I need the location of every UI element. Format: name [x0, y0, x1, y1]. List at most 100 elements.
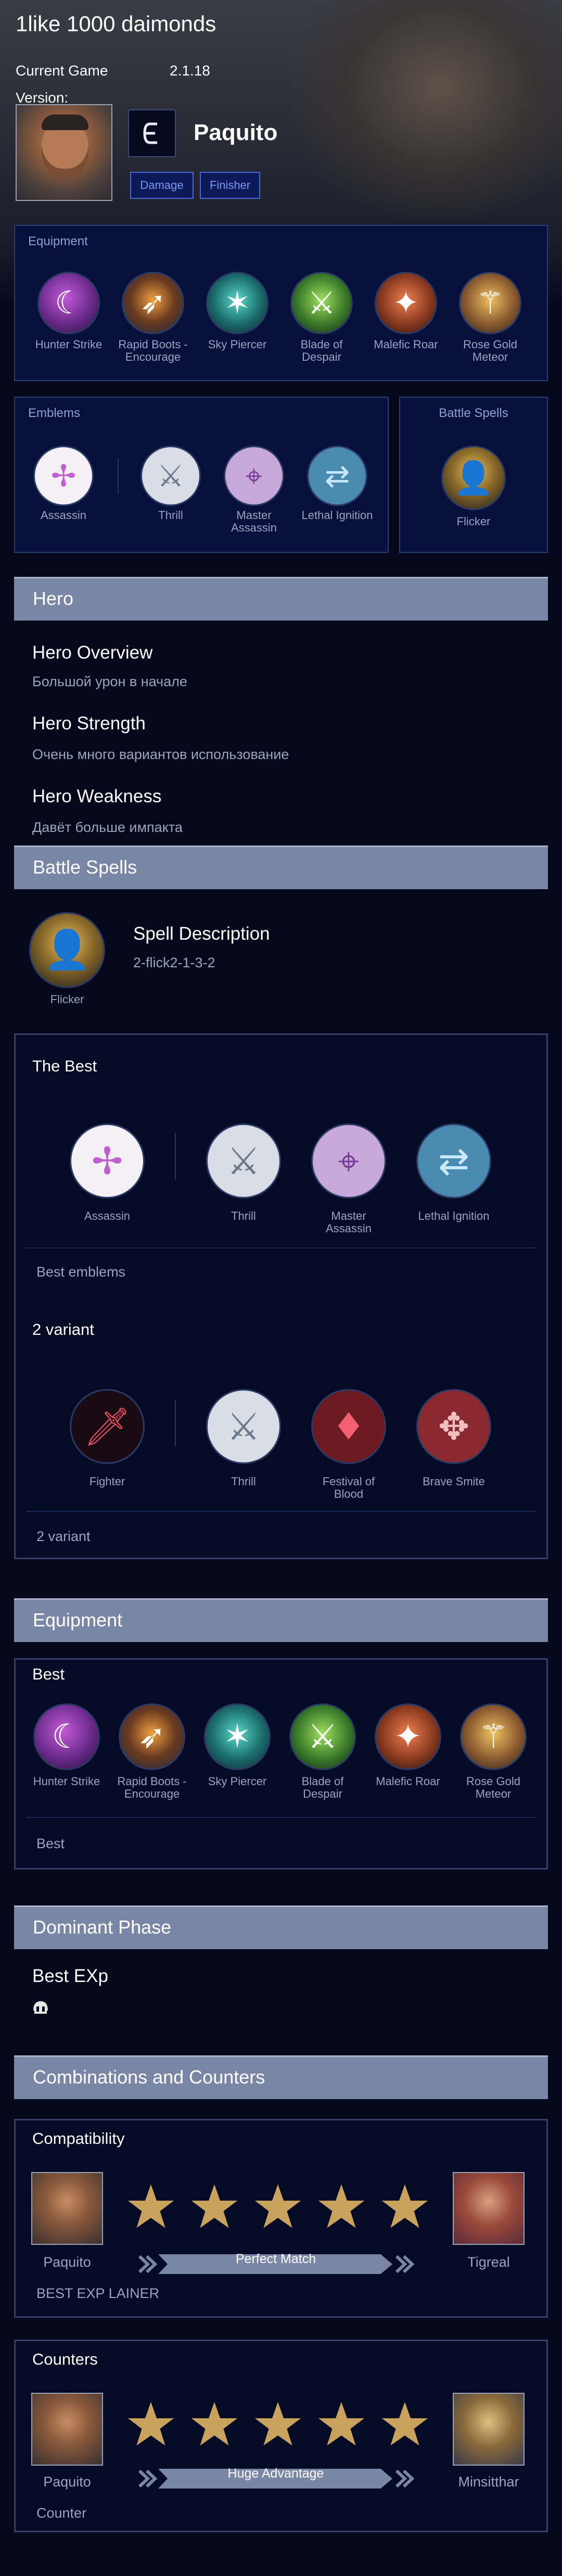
counter-star-icon-1	[127, 2402, 174, 2446]
emblem-set1-thrill-label: Thrill	[231, 1209, 256, 1222]
build-sky-piercer-icon-glyph: ✶	[223, 1718, 251, 1756]
equip-sky-piercer-icon[interactable]: ✶	[206, 272, 269, 334]
compat-star-icon-3	[254, 2184, 301, 2228]
build-rapid-boots-encourage-icon-glyph: ➶	[138, 1718, 166, 1756]
emblem-thrill-label: Thrill	[158, 509, 183, 522]
emblem-set2-thrill-icon-glyph: ⚔	[226, 1405, 261, 1448]
spell-flicker-icon-glyph: 👤	[453, 459, 494, 497]
hero-name: Paquito	[194, 120, 278, 145]
equip-hunter-strike-icon[interactable]: ☾	[37, 272, 100, 334]
build-rapid-boots-encourage-icon[interactable]: ➶	[119, 1703, 185, 1770]
version-value: 2.1.18	[170, 62, 210, 79]
battle-spell-flicker-label: Flicker	[50, 993, 84, 1006]
emblem-set2-thrill-label: Thrill	[231, 1475, 256, 1488]
emblem-lethal-ignition-icon[interactable]: ⇄	[307, 446, 367, 506]
emblem-set2-thrill-icon[interactable]: ⚔	[206, 1389, 281, 1464]
build-blade-of-despair-icon[interactable]: ⚔	[289, 1703, 356, 1770]
hero-portrait-hair	[42, 115, 88, 130]
helmet-icon	[31, 1998, 50, 2017]
dominant-phase-lane: Best EXp	[32, 1966, 108, 1986]
emblem-master-assassin-icon[interactable]: ⌖	[224, 446, 284, 506]
build-rose-gold-meteor-icon[interactable]: ⚚	[460, 1703, 527, 1770]
build-hunter-strike-label: Hunter Strike	[33, 1775, 100, 1788]
emblem-assassin-label: Assassin	[40, 509, 87, 522]
equip-malefic-roar-icon[interactable]: ✦	[375, 272, 437, 334]
equip-rose-gold-meteor-icon[interactable]: ⚚	[459, 272, 521, 334]
build-sky-piercer-icon[interactable]: ✶	[204, 1703, 271, 1770]
battle-spell-flicker-icon[interactable]: 👤	[29, 912, 105, 988]
compatibility-title: Compatibility	[32, 2129, 125, 2148]
equip-rapid-boots-encourage-icon[interactable]: ➶	[122, 272, 184, 334]
role-badge-finisher: Finisher	[200, 172, 260, 199]
equip-blade-of-despair-icon-glyph: ⚔	[308, 285, 336, 321]
equip-hunter-strike-label: Hunter Strike	[35, 338, 103, 351]
compat-label: Perfect Match	[235, 2252, 316, 2266]
equip-sky-piercer-icon-glyph: ✶	[224, 285, 251, 321]
hero-splash-art	[291, 0, 562, 219]
build-malefic-roar-label: Malefic Roar	[376, 1775, 440, 1788]
emblem-set2-rule	[26, 1511, 536, 1512]
emblem-set1-divider	[175, 1133, 176, 1180]
dominant-phase-section-header: Dominant Phase	[14, 1905, 548, 1949]
emblem-set1-note: Best emblems	[36, 1264, 126, 1280]
counter-star-icon-2	[191, 2402, 238, 2446]
emblem-set1-thrill-icon[interactable]: ⚔	[206, 1123, 281, 1198]
compat-right-name: Tigreal	[467, 2254, 510, 2270]
hero-portrait[interactable]	[16, 104, 112, 201]
equip-rose-gold-meteor-label: Rose Gold Meteor	[463, 338, 517, 363]
compat-arrow-left	[137, 2254, 158, 2274]
emblem-set1-lethal-ignition-label: Lethal Ignition	[418, 1209, 490, 1222]
emblem-set1-assassin-icon[interactable]: ✢	[70, 1123, 145, 1198]
hero-strength-title: Hero Strength	[32, 713, 146, 734]
compat-right-portrait[interactable]	[453, 2172, 525, 2245]
emblem-set2-fighter-icon[interactable]: 🗡	[70, 1389, 145, 1464]
role-badge-damage: Damage	[130, 172, 194, 199]
equip-blade-of-despair-label: Blade of Despair	[300, 338, 343, 363]
counter-arrow-left	[137, 2469, 158, 2489]
emblem-set2-title: 2 variant	[32, 1320, 94, 1338]
emblem-set1-master-assassin-label: Master Assassin	[325, 1209, 372, 1235]
emblem-assassin-icon[interactable]: ✢	[33, 446, 94, 506]
counter-right-portrait[interactable]	[453, 2393, 525, 2466]
build-rapid-boots-encourage-label: Rapid Boots - Encourage	[117, 1775, 187, 1800]
emblem-set1-master-assassin-icon[interactable]: ⌖	[311, 1123, 386, 1198]
compat-note: BEST EXP LAINER	[36, 2285, 160, 2301]
emblem-lethal-ignition-icon-glyph: ⇄	[324, 458, 350, 494]
counter-left-portrait[interactable]	[31, 2393, 103, 2466]
compat-star-icon-4	[318, 2184, 365, 2228]
equipment-summary-title: Equipment	[28, 234, 88, 248]
compat-star-icon-1	[127, 2184, 174, 2228]
compat-left-portrait[interactable]	[31, 2172, 103, 2245]
counter-arrow-right	[394, 2469, 415, 2489]
build-hunter-strike-icon[interactable]: ☾	[33, 1703, 100, 1770]
emblem-set1-title: The Best	[32, 1057, 97, 1075]
build-hunter-strike-icon-glyph: ☾	[52, 1718, 82, 1756]
build-malefic-roar-icon[interactable]: ✦	[375, 1703, 441, 1770]
spell-flicker-icon[interactable]: 👤	[441, 446, 506, 510]
emblem-set1-lethal-ignition-icon-glyph: ⇄	[438, 1139, 470, 1183]
equip-hunter-strike-icon-glyph: ☾	[55, 285, 83, 321]
emblem-set1-lethal-ignition-icon[interactable]: ⇄	[416, 1123, 491, 1198]
compat-star-icon-5	[381, 2184, 428, 2228]
counter-left-name: Paquito	[43, 2474, 91, 2490]
emblem-master-assassin-icon-glyph: ⌖	[245, 458, 263, 494]
equip-blade-of-despair-icon[interactable]: ⚔	[290, 272, 353, 334]
build-malefic-roar-icon-glyph: ✦	[394, 1718, 422, 1756]
counter-right-name: Minsitthar	[458, 2474, 519, 2490]
equipment-section-header: Equipment	[14, 1598, 548, 1642]
counters-title: Counters	[32, 2350, 98, 2368]
emblem-lethal-ignition-label: Lethal Ignition	[301, 509, 373, 522]
build-blade-of-despair-label: Blade of Despair	[301, 1775, 344, 1800]
equip-malefic-roar-icon-glyph: ✦	[392, 285, 419, 321]
spell-flicker-label: Flicker	[456, 515, 491, 528]
current-game-label: Current Game	[16, 62, 108, 79]
emblem-set2-festival-of-blood-icon[interactable]: ♦	[311, 1389, 386, 1464]
emblem-set2-note: 2 variant	[36, 1529, 91, 1544]
hero-section-header: Hero	[14, 577, 548, 621]
emblem-set2-brave-smite-icon[interactable]: ✥	[416, 1389, 491, 1464]
emblem-thrill-icon[interactable]: ⚔	[140, 446, 201, 506]
emblem-set1-master-assassin-icon-glyph: ⌖	[338, 1139, 360, 1183]
emblem-thrill-icon-glyph: ⚔	[157, 458, 184, 494]
emblem-set2-festival-of-blood-label: Festival of Blood	[322, 1475, 375, 1500]
equip-sky-piercer-label: Sky Piercer	[208, 338, 267, 351]
